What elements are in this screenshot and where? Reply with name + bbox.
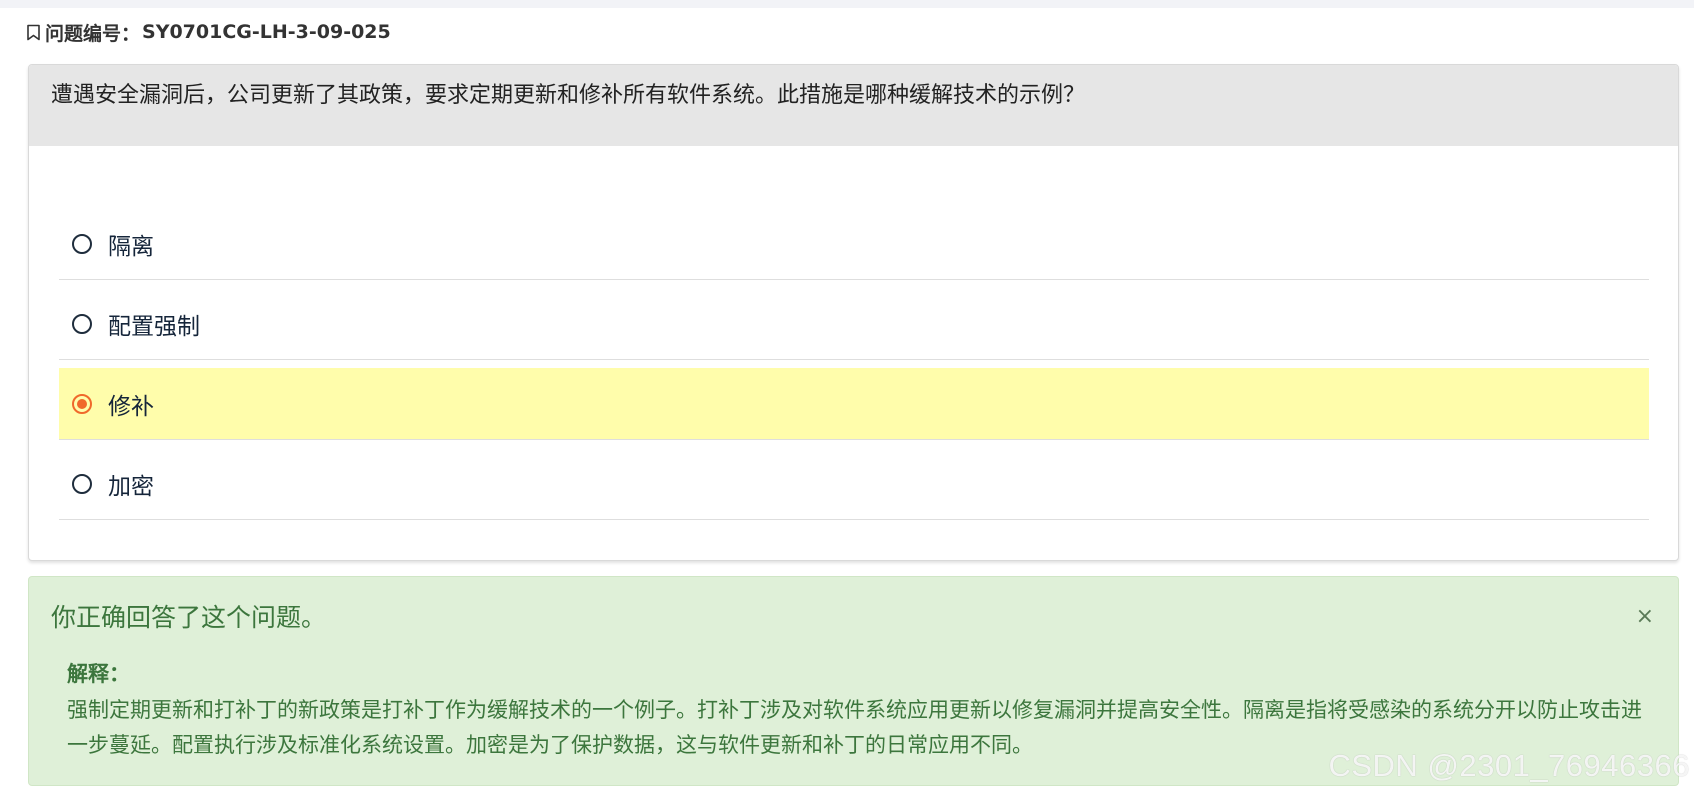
answer-option[interactable]: 配置强制 (59, 288, 1649, 360)
close-icon[interactable]: × (1636, 605, 1654, 629)
answer-option-label: 隔离 (108, 233, 154, 260)
watermark: CSDN @2301_76946366 (1328, 748, 1690, 783)
radio-button[interactable] (72, 393, 92, 414)
question-card: 遭遇安全漏洞后，公司更新了其政策，要求定期更新和修补所有软件系统。此措施是哪种缓… (28, 64, 1679, 561)
result-title: 你正确回答了这个问题。 (51, 603, 327, 632)
bookmark-icon (27, 24, 40, 40)
answer-options: 隔离 配置强制 修补 加密 (59, 208, 1649, 528)
radio-button[interactable] (72, 473, 92, 494)
answer-option[interactable]: 加密 (59, 448, 1649, 520)
answer-option-label: 加密 (108, 473, 154, 500)
question-text: 遭遇安全漏洞后，公司更新了其政策，要求定期更新和修补所有软件系统。此措施是哪种缓… (51, 83, 1086, 108)
question-id-label: 问题编号： (45, 22, 141, 45)
question-header: 遭遇安全漏洞后，公司更新了其政策，要求定期更新和修补所有软件系统。此措施是哪种缓… (29, 65, 1678, 146)
question-id-value: SY0701CG-LH-3-09-025 (142, 21, 391, 43)
answer-option-label: 修补 (108, 393, 154, 420)
top-strip (0, 0, 1694, 8)
explanation-label: 解释： (67, 662, 130, 686)
question-id-row: 问题编号： SY0701CG-LH-3-09-025 (26, 18, 391, 46)
radio-button[interactable] (72, 233, 92, 254)
answer-option-label: 配置强制 (108, 313, 200, 340)
answer-option[interactable]: 修补 (59, 368, 1649, 440)
radio-button[interactable] (72, 313, 92, 334)
answer-option[interactable]: 隔离 (59, 208, 1649, 280)
